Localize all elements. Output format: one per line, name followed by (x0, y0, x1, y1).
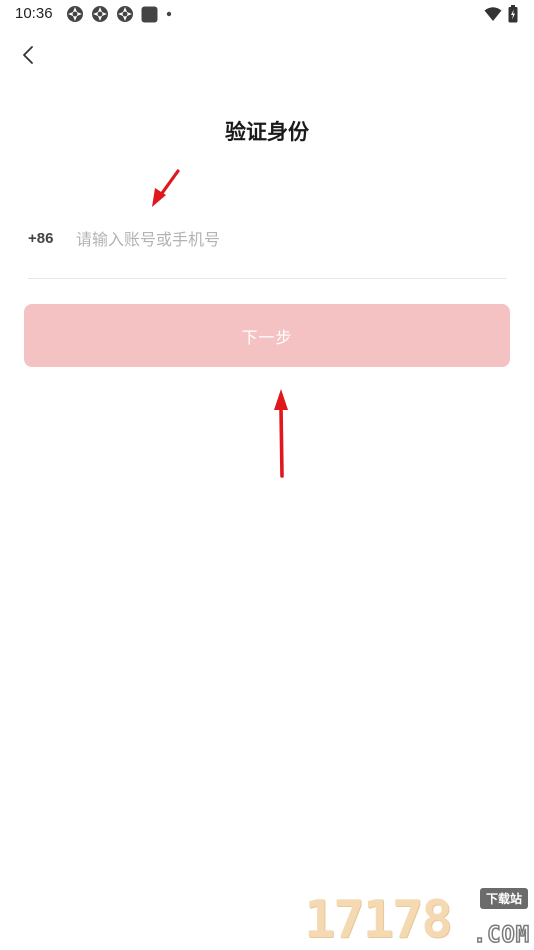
square-app-icon (141, 6, 158, 22)
phone-input-row: +86 (28, 216, 506, 279)
page-title: 验证身份 (225, 120, 309, 144)
watermark-suffix: .COM (472, 922, 530, 949)
country-code[interactable]: +86 (28, 230, 53, 247)
back-button[interactable] (16, 42, 42, 68)
battery-icon (508, 5, 518, 23)
next-step-button[interactable]: 下一步 (24, 304, 510, 367)
notification-icons (66, 5, 173, 23)
more-dot-icon (166, 11, 172, 17)
app-notification-icon (92, 6, 108, 22)
app-notification-icon (117, 6, 133, 22)
status-bar: 10:36 (0, 0, 534, 28)
system-icons (484, 5, 518, 23)
site-watermark: 17178 下载站 .COM (304, 888, 530, 950)
app-notification-icon (67, 6, 83, 22)
wifi-icon (484, 7, 502, 21)
chevron-left-icon (23, 46, 33, 64)
watermark-badge: 下载站 (479, 888, 528, 909)
watermark-digits: 17178 (304, 890, 453, 950)
annotation-arrow-input (152, 169, 180, 207)
account-phone-input[interactable] (76, 222, 496, 256)
status-time: 10:36 (15, 5, 53, 22)
annotation-arrow-button (274, 389, 288, 478)
